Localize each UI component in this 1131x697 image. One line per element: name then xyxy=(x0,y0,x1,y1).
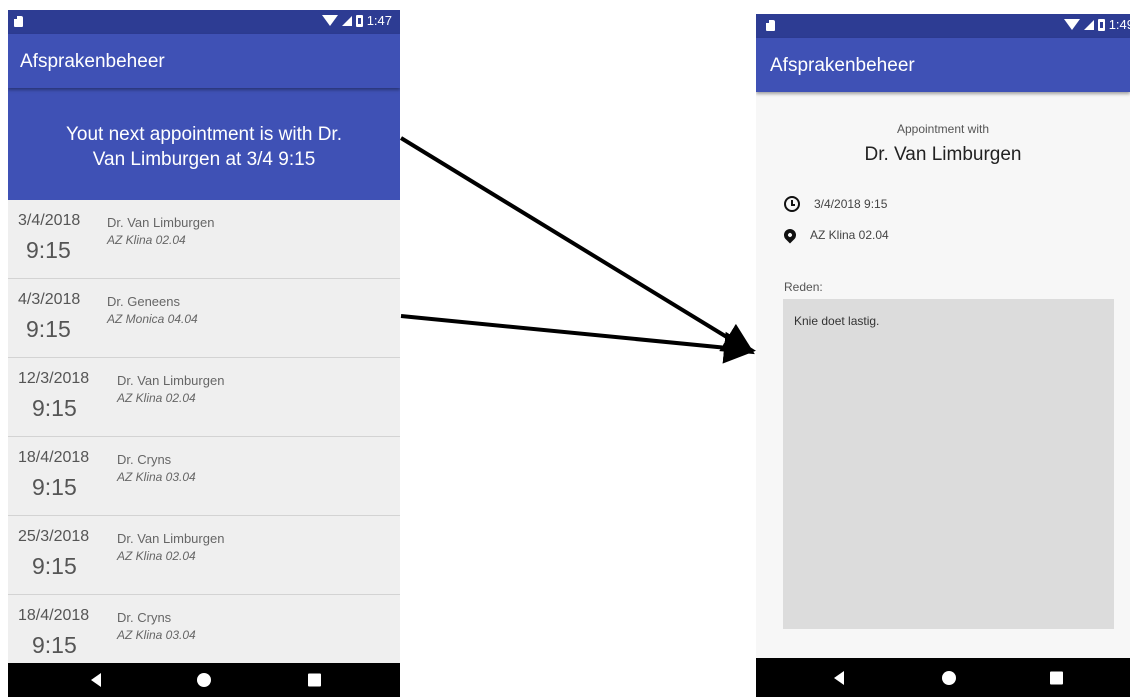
app-title: Afsprakenbeheer xyxy=(20,51,165,72)
navigation-arrows xyxy=(399,136,756,364)
arrow-from-banner xyxy=(399,136,755,355)
app-bar: Afsprakenbeheer xyxy=(756,38,1130,92)
app-bar: Afsprakenbeheer xyxy=(8,34,400,88)
arrow-from-list-item xyxy=(400,314,756,364)
app-title: Afsprakenbeheer xyxy=(770,55,915,76)
